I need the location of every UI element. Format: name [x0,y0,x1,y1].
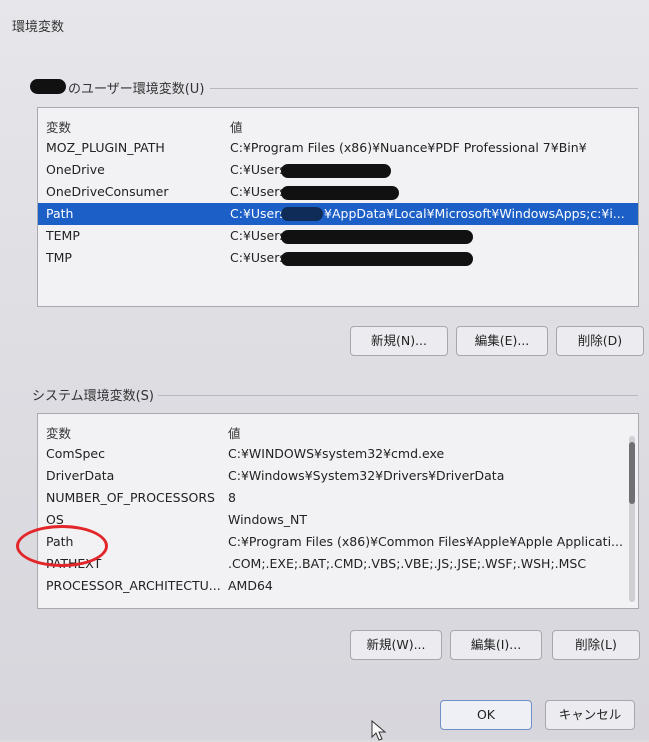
system-var-row[interactable]: PATHEXT .COM;.EXE;.BAT;.CMD;.VBS;.VBE;.J… [38,553,638,575]
annotation-circle [16,525,108,567]
user-vars-group-line [210,88,638,89]
system-vars-group-line [158,395,638,396]
system-var-value: Windows_NT [228,512,308,527]
user-var-name: MOZ_PLUGIN_PATH [46,140,165,155]
user-var-row[interactable]: MOZ_PLUGIN_PATH C:¥Program Files (x86)¥N… [38,137,638,159]
user-var-name: Path [46,206,74,221]
user-vars-header-row: 変数 値 [38,114,638,136]
system-var-value: C:¥Windows¥System32¥Drivers¥DriverData [228,468,505,483]
user-var-row[interactable]: OneDrive C:¥Users [38,159,638,181]
user-var-name: TMP [46,250,72,265]
system-var-value: AMD64 [228,578,273,593]
system-var-name: DriverData [46,468,115,483]
user-edit-button[interactable]: 編集(E)... [456,326,548,356]
system-vars-header-row: 変数 値 [38,420,638,442]
system-vars-group-label: システム環境変数(S) [32,389,155,404]
system-vars-list[interactable]: 変数 値 ComSpec C:¥WINDOWS¥system32¥cmd.exe… [37,413,639,609]
system-var-value: 8 [228,490,236,505]
system-var-value: .COM;.EXE;.BAT;.CMD;.VBS;.VBE;.JS;.JSE;.… [228,556,587,571]
user-var-value: C:¥Users [230,184,286,199]
user-var-value: C:¥Users [230,228,286,243]
window-title: 環境変数 [12,20,65,35]
user-var-value: C:¥Users [230,206,286,221]
user-new-button[interactable]: 新規(N)... [350,326,448,356]
system-var-row[interactable]: ComSpec C:¥WINDOWS¥system32¥cmd.exe [38,443,638,465]
user-delete-button[interactable]: 削除(D) [556,326,644,356]
system-delete-button[interactable]: 削除(L) [552,630,640,660]
user-var-name: OneDrive [46,162,105,177]
user-var-value-tail: ¥AppData¥Local¥Microsoft¥WindowsApps;c:¥… [324,206,625,221]
system-var-row[interactable]: OS Windows_NT [38,509,638,531]
system-var-row-path[interactable]: Path C:¥Program Files (x86)¥Common Files… [38,531,638,553]
system-col-value-header[interactable]: 値 [228,423,241,442]
user-var-name: OneDriveConsumer [46,184,169,199]
system-col-name-header[interactable]: 変数 [46,423,71,442]
redacted-path [281,207,323,221]
user-vars-group-label: のユーザー環境変数(U) [68,82,205,97]
user-var-row[interactable]: OneDriveConsumer C:¥Users [38,181,638,203]
system-var-value: C:¥Program Files (x86)¥Common Files¥Appl… [228,534,623,549]
system-new-button[interactable]: 新規(W)... [350,630,442,660]
user-var-value: C:¥Program Files (x86)¥Nuance¥PDF Profes… [230,140,587,155]
system-var-row[interactable]: DriverData C:¥Windows¥System32¥Drivers¥D… [38,465,638,487]
system-vars-scrollbar[interactable] [629,436,635,602]
redacted-path [281,186,399,200]
redacted-path [281,230,473,244]
ok-button[interactable]: OK [440,700,532,730]
user-var-row[interactable]: TMP C:¥Users [38,247,638,269]
user-var-name: TEMP [46,228,80,243]
redacted-path [281,252,473,266]
system-var-name: ComSpec [46,446,105,461]
user-var-value: C:¥Users [230,250,286,265]
user-col-value-header[interactable]: 値 [230,117,243,136]
user-var-value: C:¥Users [230,162,286,177]
system-var-value: C:¥WINDOWS¥system32¥cmd.exe [228,446,445,461]
redacted-username [30,79,66,94]
system-var-row[interactable]: PROCESSOR_ARCHITECTU... AMD64 [38,575,638,597]
user-var-row-selected[interactable]: Path C:¥Users ¥AppData¥Local¥Microsoft¥W… [38,203,638,225]
cancel-button[interactable]: キャンセル [545,700,635,730]
system-var-name: PROCESSOR_ARCHITECTU... [46,578,221,593]
system-edit-button[interactable]: 編集(I)... [450,630,542,660]
system-var-name: NUMBER_OF_PROCESSORS [46,490,215,505]
redacted-path [281,164,391,178]
user-vars-list[interactable]: 変数 値 MOZ_PLUGIN_PATH C:¥Program Files (x… [37,107,639,307]
mouse-pointer-icon [371,720,387,741]
system-var-row[interactable]: NUMBER_OF_PROCESSORS 8 [38,487,638,509]
user-var-row[interactable]: TEMP C:¥Users [38,225,638,247]
system-vars-scroll-thumb[interactable] [629,442,635,504]
environment-variables-dialog: 環境変数 のユーザー環境変数(U) 変数 値 MOZ_PLUGIN_PATH C… [0,0,649,741]
user-col-name-header[interactable]: 変数 [46,117,71,136]
